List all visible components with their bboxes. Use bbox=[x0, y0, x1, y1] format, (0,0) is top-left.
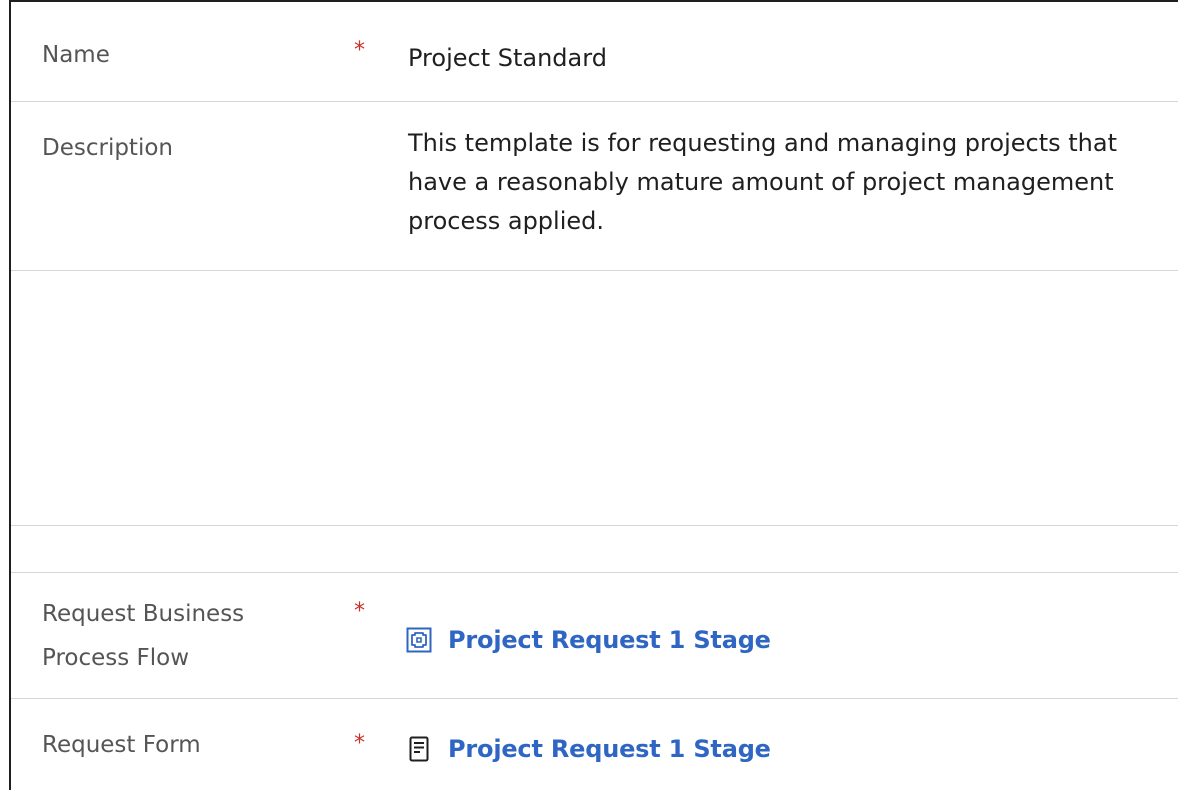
panel-top-border bbox=[9, 0, 1178, 2]
request-form-link[interactable]: Project Request 1 Stage bbox=[406, 733, 771, 765]
name-value[interactable]: Project Standard bbox=[408, 40, 607, 76]
form-document-icon bbox=[406, 736, 432, 762]
business-process-flow-label-line2: Process Flow bbox=[42, 645, 190, 671]
description-value[interactable]: This template is for requesting and mana… bbox=[408, 124, 1168, 241]
template-details-panel: Name * Project Standard Description This… bbox=[0, 0, 1178, 790]
business-process-flow-link[interactable]: Project Request 1 Stage bbox=[406, 624, 771, 656]
request-form-required-marker: * bbox=[354, 731, 365, 756]
name-label: Name bbox=[42, 42, 110, 68]
panel-left-border bbox=[9, 0, 11, 790]
request-form-label: Request Form bbox=[42, 732, 201, 758]
business-process-flow-label-line1: Request Business bbox=[42, 601, 245, 627]
business-process-flow-required-marker: * bbox=[354, 599, 365, 624]
divider-after-description bbox=[11, 270, 1178, 271]
divider-after-name bbox=[11, 101, 1178, 102]
process-flow-icon bbox=[406, 627, 432, 653]
request-form-value[interactable]: Project Request 1 Stage bbox=[448, 733, 771, 765]
divider-before-request-form bbox=[11, 698, 1178, 699]
divider-middle bbox=[11, 525, 1178, 526]
description-label: Description bbox=[42, 135, 173, 161]
name-required-marker: * bbox=[354, 38, 365, 63]
divider-before-business-process bbox=[11, 572, 1178, 573]
business-process-flow-value[interactable]: Project Request 1 Stage bbox=[448, 624, 771, 656]
